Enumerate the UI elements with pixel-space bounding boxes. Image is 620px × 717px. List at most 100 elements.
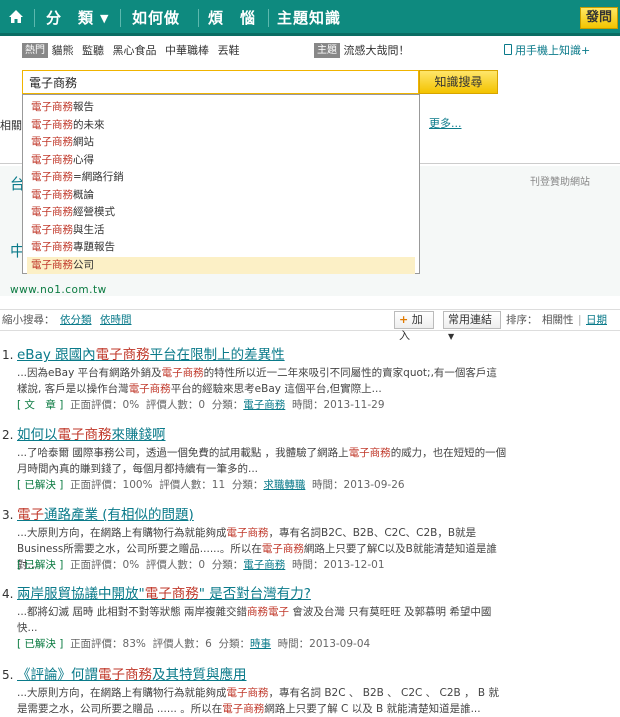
suggestion-item-highlighted[interactable]: 電子商務公司: [27, 256, 415, 274]
title-keyword: 電子商務: [98, 667, 152, 683]
nav-category[interactable]: 分 類 ▼: [46, 0, 109, 36]
suggestion-rest: 概論: [73, 188, 94, 201]
suggestion-item[interactable]: 電子商務與生活: [23, 222, 419, 240]
suggestion-item[interactable]: 電子商務的未來: [23, 117, 419, 135]
nav-worries[interactable]: 煩 惱: [208, 0, 256, 36]
suggestion-keyword: 電子商務: [31, 188, 73, 201]
hot-topics-row: 熱門 貓熊 監聽 黑心食品 中華職棒 丟鞋 主題 流感大哉問！ 用手機上知識+: [22, 42, 612, 60]
timestamp: 時間：2013-09-04: [277, 638, 371, 650]
ask-button[interactable]: 發問: [580, 7, 618, 29]
category-link[interactable]: 電子商務: [243, 399, 285, 411]
suggestion-keyword: 電子商務: [31, 118, 73, 131]
suggestion-item[interactable]: 電子商務網站: [23, 134, 419, 152]
result-number: 1.: [2, 348, 14, 362]
search-input[interactable]: 電子商務: [22, 70, 419, 94]
related-label: 相關: [0, 119, 22, 132]
search-button[interactable]: 知識搜尋: [419, 70, 498, 94]
snippet-keyword: 電子商務: [348, 447, 391, 459]
hot-item[interactable]: 黑心食品: [113, 44, 157, 57]
suggestion-rest: 經營模式: [73, 206, 115, 218]
search-suggestions: 電子商務報告 電子商務的未來 電子商務網站 電子商務心得 電子商務=網路行銷 電…: [22, 94, 420, 274]
title-part: " 是否對台灣有力?: [198, 586, 311, 602]
mobile-link[interactable]: 用手機上知識+: [504, 42, 590, 60]
title-part: 《評論》何謂: [17, 667, 98, 683]
title-part: 及其特質與應用: [152, 667, 247, 683]
rating: 正面評價：0%: [70, 399, 140, 411]
frequent-links-label: 常用連結: [448, 313, 492, 326]
result-title-link[interactable]: eBay 跟國內電子商務平台在限制上的差異性: [17, 346, 285, 364]
suggestion-keyword: 電子商務: [31, 101, 73, 113]
raters: 評價人數：11: [159, 479, 226, 491]
suggestion-item[interactable]: 電子商務=網路行銷: [23, 169, 419, 187]
result-meta: [ 已解決 ] 正面評價：83% 評價人數：6 分類：時事 時間：2013-09…: [17, 636, 370, 652]
status-badge: [ 文 章 ]: [17, 399, 64, 411]
sponsored-label: 刊登贊助網站: [530, 177, 590, 188]
result-title-link[interactable]: 如何以電子商務來賺錢啊: [17, 426, 166, 444]
hot-item[interactable]: 監聽: [82, 44, 104, 57]
theme-block: 主題 流感大哉問！: [314, 42, 415, 60]
result-snippet: ...大原則方向，在網路上有購物行為就能夠成電子商務，專有名詞 B2C 、 B2…: [17, 685, 507, 717]
category-link[interactable]: 時事: [250, 638, 271, 650]
result-number: 5.: [2, 668, 14, 682]
title-part: 兩岸服貿協議中開放": [17, 586, 145, 602]
timestamp: 時間：2013-11-29: [291, 399, 385, 411]
theme-link[interactable]: 流感大哉問！: [344, 44, 410, 57]
result-number: 2.: [2, 428, 14, 442]
snippet-text: ...因為eBay 平台有網路外銷及: [17, 367, 162, 379]
title-part: 通路產業 (有相似的問題): [44, 507, 194, 523]
hot-tag: 熱門: [22, 43, 48, 58]
snippet-keyword: 商務電子: [247, 606, 290, 618]
chevron-down-icon: ▼: [100, 12, 110, 25]
top-nav: 分 類 ▼ 如何做 煩 惱 主題知識 發問: [0, 0, 620, 36]
suggestion-item[interactable]: 電子商務心得: [23, 152, 419, 170]
result-item: 2. 如何以電子商務來賺錢啊 ...了哈泰爾 國際事務公司，透過一個免費的試用載…: [0, 426, 620, 494]
suggestion-item[interactable]: 電子商務專題報告: [23, 239, 419, 257]
result-snippet: ...因為eBay 平台有網路外銷及電子商務的特性所以近一二年來吸引不同屬性的賣…: [17, 365, 507, 397]
hot-item[interactable]: 中華職棒: [165, 44, 209, 57]
snippet-text: ...都將幻滅 屆時 此相對不對等狀態 兩岸複雜交錯: [17, 606, 248, 618]
status-badge: [ 已解決 ]: [17, 479, 64, 491]
rating: 正面評價：100%: [70, 479, 153, 491]
raters: 評價人數：0: [145, 559, 206, 571]
result-title-link[interactable]: 《評論》何謂電子商務及其特質與應用: [17, 666, 247, 684]
category-link[interactable]: 求職轉職: [263, 479, 305, 491]
more-link[interactable]: 更多...: [429, 115, 462, 131]
nav-howto[interactable]: 如何做: [132, 0, 180, 36]
rating: 正面評價：0%: [70, 559, 140, 571]
suggestion-item[interactable]: 電子商務概論: [23, 187, 419, 205]
hot-item[interactable]: 丟鞋: [218, 44, 240, 57]
result-number: 3.: [2, 508, 14, 522]
snippet-text: ...大原則方向，在網路上有購物行為就能夠成: [17, 687, 227, 699]
filter-by-time[interactable]: 依時間: [100, 310, 132, 330]
raters: 評價人數：0: [145, 399, 206, 411]
hot-item[interactable]: 貓熊: [52, 44, 74, 57]
nav-divider: [198, 9, 199, 27]
theme-tag: 主題: [314, 43, 340, 58]
nav-divider: [268, 9, 269, 27]
snippet-keyword: 電子商務: [222, 703, 265, 715]
home-icon[interactable]: [0, 0, 32, 36]
title-keyword: 電子商務: [57, 427, 112, 443]
frequent-links-dropdown[interactable]: 常用連結 ▼: [443, 311, 501, 341]
category-link[interactable]: 電子商務: [243, 559, 285, 571]
sort-relevance[interactable]: 相關性: [542, 310, 574, 330]
suggestion-item[interactable]: 電子商務報告: [23, 99, 419, 117]
nav-divider: [34, 9, 35, 27]
filter-label: 縮小搜尋：: [2, 314, 55, 326]
result-title-link[interactable]: 電子通路產業 (有相似的問題): [17, 506, 194, 524]
suggestion-keyword: 電子商務: [31, 206, 73, 218]
snippet-text: ...了哈泰爾 國際事務公司，透過一個免費的試用載點 ，我體驗了網路上: [17, 447, 349, 459]
nav-topics[interactable]: 主題知識: [277, 0, 341, 36]
result-title-link[interactable]: 兩岸服貿協議中開放"電子商務" 是否對台灣有力?: [17, 585, 311, 603]
nav-divider: [120, 9, 121, 27]
add-button[interactable]: + 加入: [394, 311, 434, 342]
sponsored-url[interactable]: www.no1.com.tw: [10, 284, 107, 296]
category-label: 分類：: [211, 399, 244, 411]
suggestion-item[interactable]: 電子商務經營模式: [23, 204, 419, 222]
title-keyword: 電子商務: [144, 586, 199, 602]
suggestion-rest: 的未來: [73, 118, 105, 131]
title-part: 平台在限制上的差異性: [149, 347, 285, 363]
sort-date[interactable]: 日期: [586, 310, 607, 330]
filter-by-category[interactable]: 依分類: [60, 310, 92, 330]
title-keyword: 電子商務: [95, 347, 150, 363]
